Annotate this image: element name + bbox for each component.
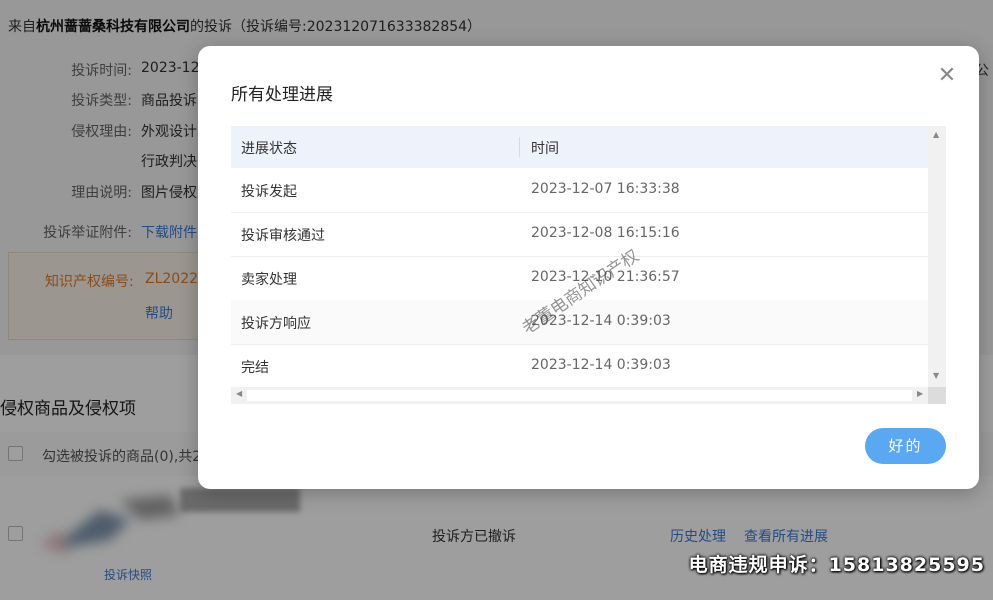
scrollbar-corner [928, 387, 946, 404]
row-status-cell: 卖家处理 [241, 272, 297, 288]
horizontal-scrollbar[interactable]: ◀ ▶ [231, 387, 928, 404]
contact-watermark: 电商违规申诉：15813825595 [688, 554, 985, 576]
row-time-cell: 2023-12-08 16:15:16 [531, 225, 680, 241]
table-row: 投诉方响应 2023-12-14 0:39:03 [231, 300, 928, 345]
column-header-status: 进展状态 [241, 141, 297, 157]
scroll-up-arrow-icon[interactable]: ▲ [933, 130, 939, 139]
row-status-cell: 完结 [241, 360, 269, 376]
column-header-time: 时间 [531, 141, 559, 157]
close-icon[interactable]: ✕ [935, 64, 959, 88]
vertical-scrollbar[interactable]: ▲ ▼ [928, 126, 946, 404]
scroll-down-arrow-icon[interactable]: ▼ [933, 371, 939, 380]
modal-title: 所有处理进展 [231, 85, 333, 105]
row-time-cell: 2023-12-07 16:33:38 [531, 181, 680, 197]
progress-table: 进展状态 时间 投诉发起 2023-12-07 16:33:38 投诉审核通过 … [231, 126, 946, 404]
scroll-left-arrow-icon[interactable]: ◀ [236, 389, 242, 398]
horizontal-scroll-thumb[interactable] [247, 390, 912, 401]
progress-modal: 所有处理进展 ✕ 进展状态 时间 投诉发起 2023-12-07 16:33:3… [198, 46, 979, 489]
ok-button[interactable]: 好的 [865, 428, 946, 464]
row-time-cell: 2023-12-14 0:39:03 [531, 357, 671, 373]
table-row: 投诉发起 2023-12-07 16:33:38 [231, 168, 928, 213]
scroll-right-arrow-icon[interactable]: ▶ [917, 389, 923, 398]
row-status-cell: 投诉审核通过 [241, 228, 325, 244]
table-row: 投诉审核通过 2023-12-08 16:15:16 [231, 212, 928, 257]
table-header: 进展状态 时间 [231, 126, 928, 168]
table-row: 完结 2023-12-14 0:39:03 [231, 344, 928, 388]
row-status-cell: 投诉发起 [241, 184, 297, 200]
column-divider [519, 137, 520, 157]
row-status-cell: 投诉方响应 [241, 316, 311, 332]
